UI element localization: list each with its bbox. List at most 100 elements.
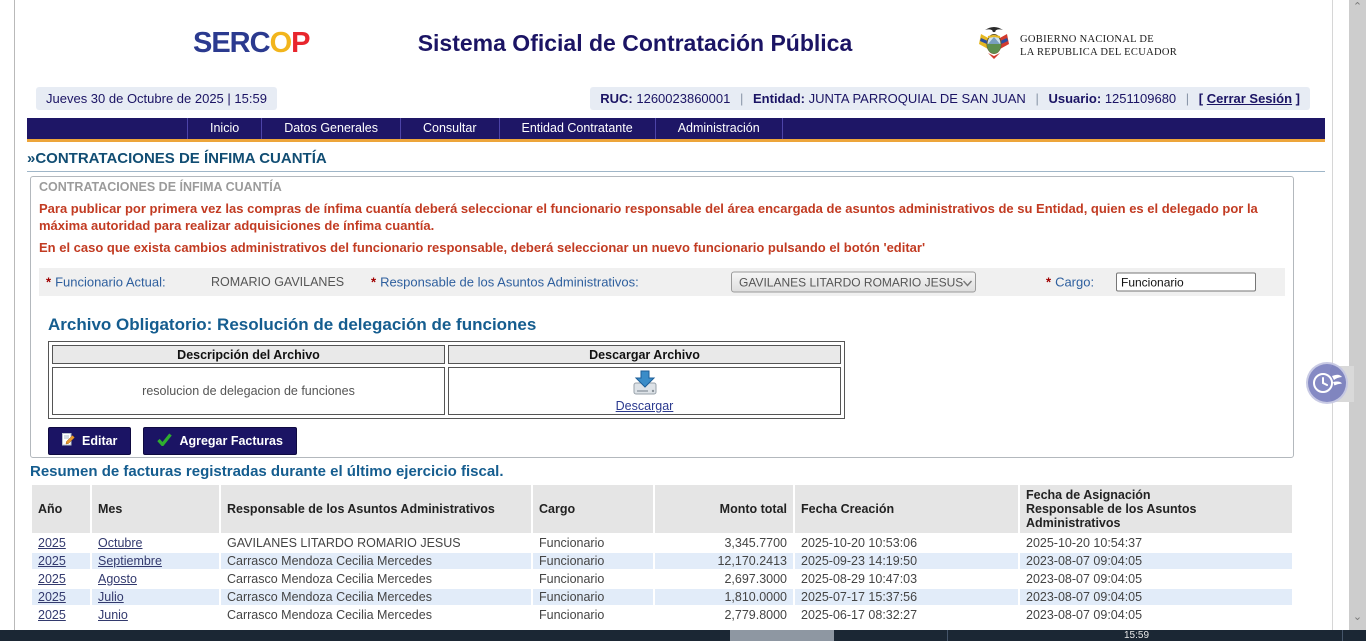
separator: |: [1186, 91, 1189, 106]
monto-cell: 2,697.3000: [655, 571, 793, 587]
page-left-border: [14, 0, 15, 641]
col-mes: Mes: [92, 485, 219, 533]
month-link[interactable]: Septiembre: [98, 554, 162, 568]
download-icon[interactable]: [450, 370, 839, 399]
year-link[interactable]: 2025: [38, 536, 66, 550]
responsable-select-value: GAVILANES LITARDO ROMARIO JESUS: [739, 275, 963, 289]
facturas-table: Año Mes Responsable de los Asuntos Admin…: [30, 483, 1294, 625]
month-link[interactable]: Julio: [98, 590, 124, 604]
cargo-cell: Funcionario: [533, 535, 653, 551]
responsable-label: *Responsable de los Asuntos Administrati…: [371, 275, 639, 290]
cargo-input[interactable]: [1116, 273, 1256, 292]
col-fecha-creacion: Fecha Creación: [795, 485, 1018, 533]
col-ano: Año: [32, 485, 90, 533]
nav-item-datos-generales[interactable]: Datos Generales: [262, 118, 401, 139]
logout-bracket-close: ]: [1296, 91, 1300, 106]
page-title: Sistema Oficial de Contratación Pública: [320, 30, 950, 57]
ecuador-coat-of-arms-icon: [976, 26, 1012, 65]
facturas-header-row: Año Mes Responsable de los Asuntos Admin…: [32, 485, 1292, 533]
main-nav: Inicio Datos Generales Consultar Entidad…: [27, 118, 1325, 142]
fecha-creacion-cell: 2025-07-17 15:37:56: [795, 589, 1018, 605]
required-marker: *: [1046, 275, 1051, 290]
separator: |: [1035, 91, 1038, 106]
separator: |: [740, 91, 743, 106]
government-brand: GOBIERNO NACIONAL DE LA REPUBLICA DEL EC…: [976, 26, 1177, 65]
sercop-logo: SERCOP: [193, 27, 309, 60]
monto-cell: 12,170.2413: [655, 553, 793, 569]
check-icon: [157, 433, 172, 449]
responsable-select[interactable]: GAVILANES LITARDO ROMARIO JESUS: [731, 272, 976, 293]
notice-text-1: Para publicar por primera vez las compra…: [39, 200, 1285, 234]
nav-item-inicio[interactable]: Inicio: [187, 118, 262, 139]
responsable-cell: GAVILANES LITARDO ROMARIO JESUS: [221, 535, 531, 551]
fecha-creacion-cell: 2025-09-23 14:19:50: [795, 553, 1018, 569]
agregar-facturas-button[interactable]: Agregar Facturas: [143, 427, 297, 455]
taskbar-divider: [1342, 630, 1343, 641]
notice-text-2: En el caso que exista cambios administra…: [39, 239, 1285, 256]
vertical-scrollbar[interactable]: ⌃ ⌄: [1349, 0, 1366, 641]
cargo-cell: Funcionario: [533, 553, 653, 569]
monto-cell: 3,345.7700: [655, 535, 793, 551]
taskbar-window-button[interactable]: [730, 630, 834, 641]
gov-line2: LA REPUBLICA DEL ECUADOR: [1020, 46, 1177, 59]
required-marker: *: [371, 275, 376, 290]
col-fecha-asignacion: Fecha de Asignación Responsable de los A…: [1020, 485, 1292, 533]
cargo-cell: Funcionario: [533, 589, 653, 605]
clock-widget-icon[interactable]: [1306, 362, 1348, 404]
responsable-cell: Carrasco Mendoza Cecilia Mercedes: [221, 571, 531, 587]
col-monto-total: Monto total: [655, 485, 793, 533]
fecha-asignacion-cell: 2023-08-07 09:04:05: [1020, 607, 1292, 623]
logout-bracket-open: [: [1199, 91, 1203, 106]
nav-item-consultar[interactable]: Consultar: [401, 118, 500, 139]
panel-legend: CONTRATACIONES DE ÍNFIMA CUANTÍA: [39, 180, 1293, 194]
month-link[interactable]: Junio: [98, 608, 128, 622]
year-link[interactable]: 2025: [38, 608, 66, 622]
cargo-label: *Cargo:: [1046, 275, 1094, 290]
year-link[interactable]: 2025: [38, 572, 66, 586]
monto-cell: 2,779.8000: [655, 607, 793, 623]
col-descripcion-archivo: Descripción del Archivo: [52, 345, 445, 364]
archivo-descripcion: resolucion de delegacion de funciones: [52, 367, 445, 415]
fecha-creacion-cell: 2025-08-29 10:47:03: [795, 571, 1018, 587]
scroll-up-icon[interactable]: ⌃: [1349, 2, 1366, 13]
gov-line1: GOBIERNO NACIONAL DE: [1020, 33, 1177, 46]
editar-button-label: Editar: [82, 434, 117, 448]
month-link[interactable]: Agosto: [98, 572, 137, 586]
nav-item-entidad-contratante[interactable]: Entidad Contratante: [500, 118, 656, 139]
archivo-heading: Archivo Obligatorio: Resolución de deleg…: [48, 315, 1293, 335]
col-responsable: Responsable de los Asuntos Administrativ…: [221, 485, 531, 533]
page-right-border: [1332, 0, 1333, 641]
responsible-form-row: *Funcionario Actual: ROMARIO GAVILANES *…: [39, 268, 1285, 296]
col-cargo: Cargo: [533, 485, 653, 533]
fecha-creacion-cell: 2025-06-17 08:32:27: [795, 607, 1018, 623]
col-descargar-archivo: Descargar Archivo: [448, 345, 841, 364]
logout-link[interactable]: Cerrar Sesión: [1207, 91, 1292, 106]
archivo-row: resolucion de delegacion de funciones De…: [52, 367, 841, 415]
responsable-cell: Carrasco Mendoza Cecilia Mercedes: [221, 589, 531, 605]
ruc-label: RUC:: [600, 91, 633, 106]
agregar-facturas-button-label: Agregar Facturas: [179, 434, 283, 448]
os-taskbar[interactable]: 15:59: [0, 630, 1366, 641]
action-buttons: Editar Agregar Facturas: [48, 427, 1293, 455]
month-link[interactable]: Octubre: [98, 536, 142, 550]
fecha-creacion-cell: 2025-10-20 10:53:06: [795, 535, 1018, 551]
entidad-label: Entidad:: [753, 91, 805, 106]
invoice-row: 2025 Julio Carrasco Mendoza Cecilia Merc…: [32, 589, 1292, 605]
datetime-display: Jueves 30 de Octubre de 2025 | 15:59: [36, 87, 277, 110]
year-link[interactable]: 2025: [38, 554, 66, 568]
archivo-descarga-cell: Descargar: [448, 367, 841, 415]
usuario-value: 1251109680: [1105, 91, 1176, 106]
sercop-logo-red: P: [291, 27, 309, 59]
year-link[interactable]: 2025: [38, 590, 66, 604]
nav-item-administracion[interactable]: Administración: [656, 118, 783, 139]
monto-cell: 1,810.0000: [655, 589, 793, 605]
invoice-row: 2025 Agosto Carrasco Mendoza Cecilia Mer…: [32, 571, 1292, 587]
fecha-asignacion-cell: 2023-08-07 09:04:05: [1020, 571, 1292, 587]
responsable-cell: Carrasco Mendoza Cecilia Mercedes: [221, 607, 531, 623]
fecha-asignacion-cell: 2023-08-07 09:04:05: [1020, 589, 1292, 605]
scroll-down-icon[interactable]: ⌄: [1349, 612, 1366, 623]
download-link[interactable]: Descargar: [616, 399, 674, 413]
infima-cuantia-panel: CONTRATACIONES DE ÍNFIMA CUANTÍA Para pu…: [30, 176, 1294, 458]
editar-button[interactable]: Editar: [48, 427, 131, 455]
cargo-cell: Funcionario: [533, 607, 653, 623]
